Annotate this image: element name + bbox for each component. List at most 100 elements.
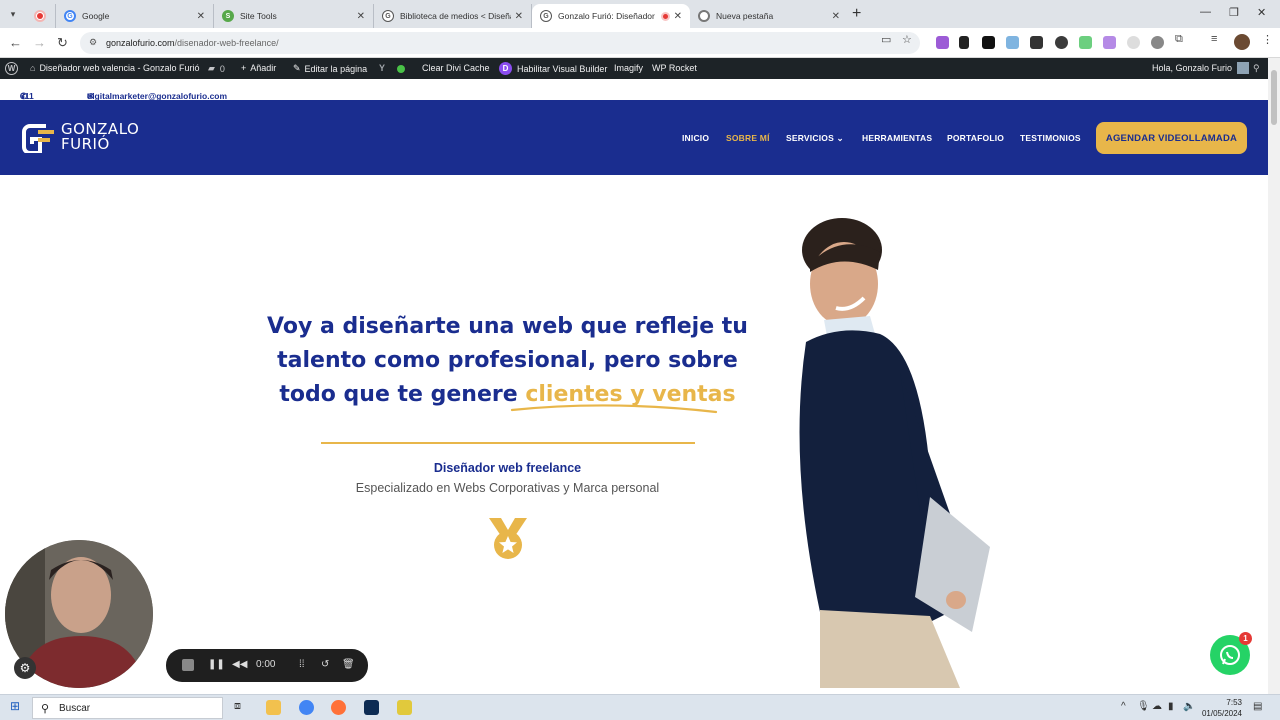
- puzzle-icon[interactable]: ⧉: [1175, 33, 1183, 46]
- tab-site-tools[interactable]: S Site Tools ✕: [214, 4, 374, 28]
- trash-icon[interactable]: 🗑: [342, 659, 355, 670]
- extension-icon[interactable]: [1103, 36, 1116, 49]
- font-extension-icon[interactable]: [982, 36, 995, 49]
- network-icon[interactable]: ▮: [1168, 701, 1174, 712]
- back-icon[interactable]: ←: [9, 35, 22, 50]
- contact-bar: ✆611 77 87 32 ✉ digitalmarketer@gonzalof…: [0, 79, 1268, 131]
- tab-google[interactable]: G Google ✕: [56, 4, 214, 28]
- taskbar-search[interactable]: ⚲ Buscar: [32, 697, 223, 719]
- clock-date: 01/05/2024: [1201, 709, 1242, 718]
- avatar: [1237, 62, 1250, 74]
- extension-icon[interactable]: [936, 36, 949, 49]
- nav-testimonios[interactable]: TESTIMONIOS: [1020, 133, 1081, 143]
- rewind-icon[interactable]: ◀◀: [232, 659, 247, 670]
- wp-add-new[interactable]: + Añadir: [241, 63, 276, 73]
- chevron-up-icon[interactable]: ^: [1121, 701, 1126, 712]
- notification-badge: 1: [1239, 632, 1252, 645]
- restart-icon[interactable]: ↺: [321, 659, 329, 670]
- wp-account-menu[interactable]: Hola, Gonzalo Furio: [1152, 62, 1250, 74]
- forward-icon[interactable]: →: [33, 35, 46, 50]
- hero-subtext: Especializado en Webs Corporativas y Mar…: [355, 481, 660, 495]
- profile-avatar[interactable]: [1234, 34, 1250, 50]
- recording-icon: [34, 10, 46, 22]
- extension-icon[interactable]: [1006, 36, 1019, 49]
- eyedropper-icon[interactable]: [959, 36, 969, 49]
- nav-servicios[interactable]: SERVICIOS ⌄: [786, 133, 844, 144]
- extension-icon[interactable]: [1055, 36, 1068, 49]
- nav-herramientas[interactable]: HERRAMIENTAS: [862, 133, 932, 143]
- restore-icon[interactable]: ❐: [1229, 6, 1239, 19]
- wp-rocket-menu[interactable]: WP Rocket: [652, 63, 697, 73]
- cast-icon[interactable]: ▭: [881, 33, 891, 46]
- search-icon[interactable]: ⚲: [1253, 63, 1260, 74]
- close-icon[interactable]: ✕: [197, 11, 205, 22]
- chevron-down-icon: ⌄: [836, 133, 844, 143]
- onedrive-icon[interactable]: ☁: [1152, 701, 1162, 712]
- taskbar-clock[interactable]: 7:53 01/05/2024: [1200, 697, 1242, 719]
- extension-icon[interactable]: [1151, 36, 1164, 49]
- close-icon[interactable]: ✕: [832, 11, 840, 22]
- extension-icon[interactable]: [1079, 36, 1092, 49]
- agendar-videollamada-button[interactable]: AGENDAR VIDEOLLAMADA: [1096, 122, 1247, 154]
- clear-divi-cache[interactable]: Clear Divi Cache: [422, 63, 490, 73]
- tab-new-tab[interactable]: Nueva pestaña ✕: [690, 4, 848, 28]
- visual-builder-button[interactable]: D Habilitar Visual Builder: [499, 62, 607, 75]
- address-bar[interactable]: ⚙ gonzalofurio.com/disenador-web-freelan…: [80, 32, 920, 54]
- nav-inicio[interactable]: INICIO: [682, 133, 709, 143]
- wp-comments[interactable]: ▰ 0: [208, 63, 225, 74]
- page-scrollbar[interactable]: [1268, 58, 1280, 694]
- hero-title-line-1: Voy a diseñarte una web que refleje tu: [267, 314, 748, 339]
- minimize-icon[interactable]: —: [1200, 6, 1211, 18]
- file-explorer-icon[interactable]: [266, 700, 281, 715]
- tab-biblioteca[interactable]: G Biblioteca de medios < Diseña ✕: [374, 4, 532, 28]
- imagify-menu[interactable]: Imagify: [614, 63, 643, 73]
- close-icon[interactable]: ✕: [515, 11, 523, 22]
- bookmark-star-icon[interactable]: ☆: [902, 33, 912, 46]
- close-icon[interactable]: ✕: [674, 11, 682, 22]
- firefox-icon[interactable]: [331, 700, 346, 715]
- site-name-label: Diseñador web valencia - Gonzalo Furió: [39, 63, 200, 73]
- wp-site-name[interactable]: ⌂ Diseñador web valencia - Gonzalo Furió: [30, 63, 200, 73]
- greeting-label: Hola, Gonzalo Furio: [1152, 63, 1233, 73]
- site-header: GONZALO FURIÓ INICIO SOBRE MÍ SERVICIOS …: [0, 100, 1268, 175]
- tab-recording[interactable]: [26, 4, 56, 28]
- menu-kebab-icon[interactable]: ⋮: [1262, 33, 1273, 46]
- windows-start-icon[interactable]: ⊞: [10, 699, 20, 713]
- nav-portafolio[interactable]: PORTAFOLIO: [947, 133, 1004, 143]
- site-logo-text[interactable]: GONZALO FURIÓ: [61, 122, 139, 152]
- gf-icon: G: [540, 10, 552, 22]
- nav-sobre-mi[interactable]: SOBRE MÍ: [726, 133, 770, 143]
- gf-icon: G: [382, 10, 394, 22]
- wordpress-icon[interactable]: W: [5, 62, 18, 75]
- notifications-icon[interactable]: ▤: [1253, 701, 1262, 712]
- new-tab-button[interactable]: +: [852, 5, 861, 23]
- microphone-icon[interactable]: 🎙: [1137, 701, 1150, 712]
- volume-icon[interactable]: 🔈: [1183, 701, 1195, 712]
- chrome-icon[interactable]: [299, 700, 314, 715]
- close-window-icon[interactable]: ✕: [1257, 6, 1266, 19]
- scrollbar-thumb[interactable]: [1271, 70, 1277, 125]
- pause-icon[interactable]: ❚❚: [208, 659, 225, 670]
- clear-cache-label: Clear Divi Cache: [422, 63, 490, 73]
- site-info-icon[interactable]: ⚙: [89, 37, 101, 49]
- extension-icon[interactable]: [1030, 36, 1043, 49]
- extension-icon[interactable]: [1127, 36, 1140, 49]
- tab-search-button[interactable]: ▾: [4, 5, 22, 23]
- stop-icon[interactable]: [182, 659, 194, 671]
- tab-title: Gonzalo Furió: Diseñador w: [558, 11, 657, 21]
- gear-icon[interactable]: ⚙: [14, 657, 36, 679]
- close-icon[interactable]: ✕: [357, 11, 365, 22]
- yoast-icon[interactable]: Y: [379, 63, 385, 73]
- wp-edit-page[interactable]: ✎ Editar la página: [293, 63, 367, 74]
- task-view-icon[interactable]: ⧈: [234, 700, 241, 713]
- reading-list-icon[interactable]: ≡: [1211, 33, 1217, 45]
- reload-icon[interactable]: ↻: [57, 35, 68, 51]
- sticky-notes-icon[interactable]: [397, 700, 412, 715]
- photoshop-icon[interactable]: [364, 700, 379, 715]
- gf-logo-icon[interactable]: [22, 123, 56, 153]
- grid-icon[interactable]: ⁞⁞: [299, 659, 305, 670]
- clock-time: 7:53: [1226, 698, 1242, 707]
- tab-gonzalo-furio[interactable]: G Gonzalo Furió: Diseñador w ✕: [532, 4, 690, 28]
- visual-builder-label: Habilitar Visual Builder: [517, 63, 608, 74]
- pencil-icon: ✎: [293, 63, 301, 73]
